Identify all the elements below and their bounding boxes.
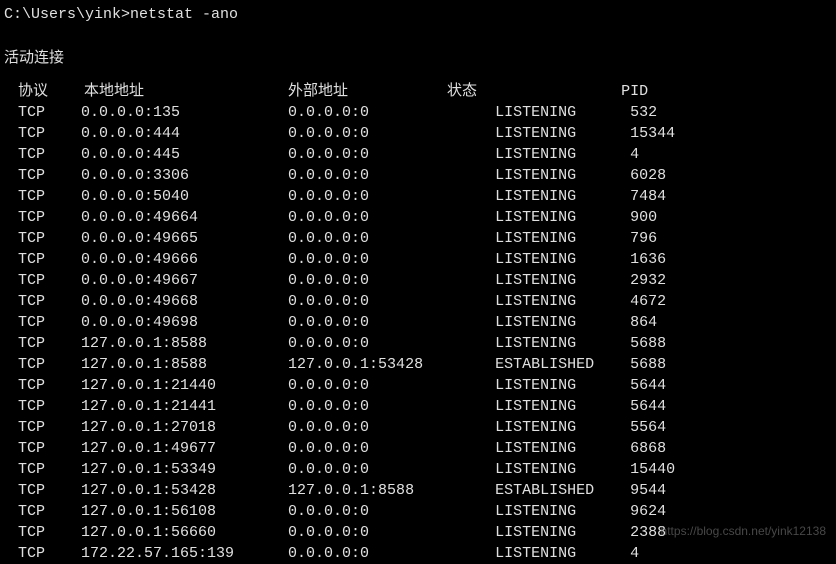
table-row: TCP 0.0.0.0:49665 0.0.0.0:0 LISTENING 79… <box>4 228 836 249</box>
table-body: TCP 0.0.0.0:135 0.0.0.0:0 LISTENING 532T… <box>4 102 836 564</box>
watermark: https://blog.csdn.net/yink12138 <box>661 523 826 540</box>
table-row: TCP 0.0.0.0:5040 0.0.0.0:0 LISTENING 748… <box>4 186 836 207</box>
table-row: TCP 0.0.0.0:49668 0.0.0.0:0 LISTENING 46… <box>4 291 836 312</box>
command-prompt-line: C:\Users\yink>netstat -ano <box>4 4 836 25</box>
table-row: TCP 127.0.0.1:53428 127.0.0.1:8588 ESTAB… <box>4 480 836 501</box>
table-row: TCP 0.0.0.0:49664 0.0.0.0:0 LISTENING 90… <box>4 207 836 228</box>
table-row: TCP 127.0.0.1:8588 0.0.0.0:0 LISTENING 5… <box>4 333 836 354</box>
table-row: TCP 127.0.0.1:8588 127.0.0.1:53428 ESTAB… <box>4 354 836 375</box>
table-header: 协议 本地地址 外部地址 状态 PID <box>4 81 836 102</box>
table-row: TCP 0.0.0.0:444 0.0.0.0:0 LISTENING 1534… <box>4 123 836 144</box>
section-title: 活动连接 <box>4 48 836 69</box>
table-row: TCP 127.0.0.1:21441 0.0.0.0:0 LISTENING … <box>4 396 836 417</box>
table-row: TCP 0.0.0.0:445 0.0.0.0:0 LISTENING 4 <box>4 144 836 165</box>
table-row: TCP 0.0.0.0:3306 0.0.0.0:0 LISTENING 602… <box>4 165 836 186</box>
table-row: TCP 127.0.0.1:53349 0.0.0.0:0 LISTENING … <box>4 459 836 480</box>
netstat-table: 协议 本地地址 外部地址 状态 PID TCP 0.0.0.0:135 0.0.… <box>4 81 836 564</box>
table-row: TCP 127.0.0.1:27018 0.0.0.0:0 LISTENING … <box>4 417 836 438</box>
table-row: TCP 0.0.0.0:135 0.0.0.0:0 LISTENING 532 <box>4 102 836 123</box>
table-row: TCP 127.0.0.1:49677 0.0.0.0:0 LISTENING … <box>4 438 836 459</box>
table-row: TCP 0.0.0.0:49666 0.0.0.0:0 LISTENING 16… <box>4 249 836 270</box>
table-row: TCP 127.0.0.1:21440 0.0.0.0:0 LISTENING … <box>4 375 836 396</box>
table-row: TCP 127.0.0.1:56108 0.0.0.0:0 LISTENING … <box>4 501 836 522</box>
blank-line <box>4 25 836 46</box>
table-row: TCP 172.22.57.165:139 0.0.0.0:0 LISTENIN… <box>4 543 836 564</box>
table-row: TCP 0.0.0.0:49698 0.0.0.0:0 LISTENING 86… <box>4 312 836 333</box>
table-row: TCP 0.0.0.0:49667 0.0.0.0:0 LISTENING 29… <box>4 270 836 291</box>
